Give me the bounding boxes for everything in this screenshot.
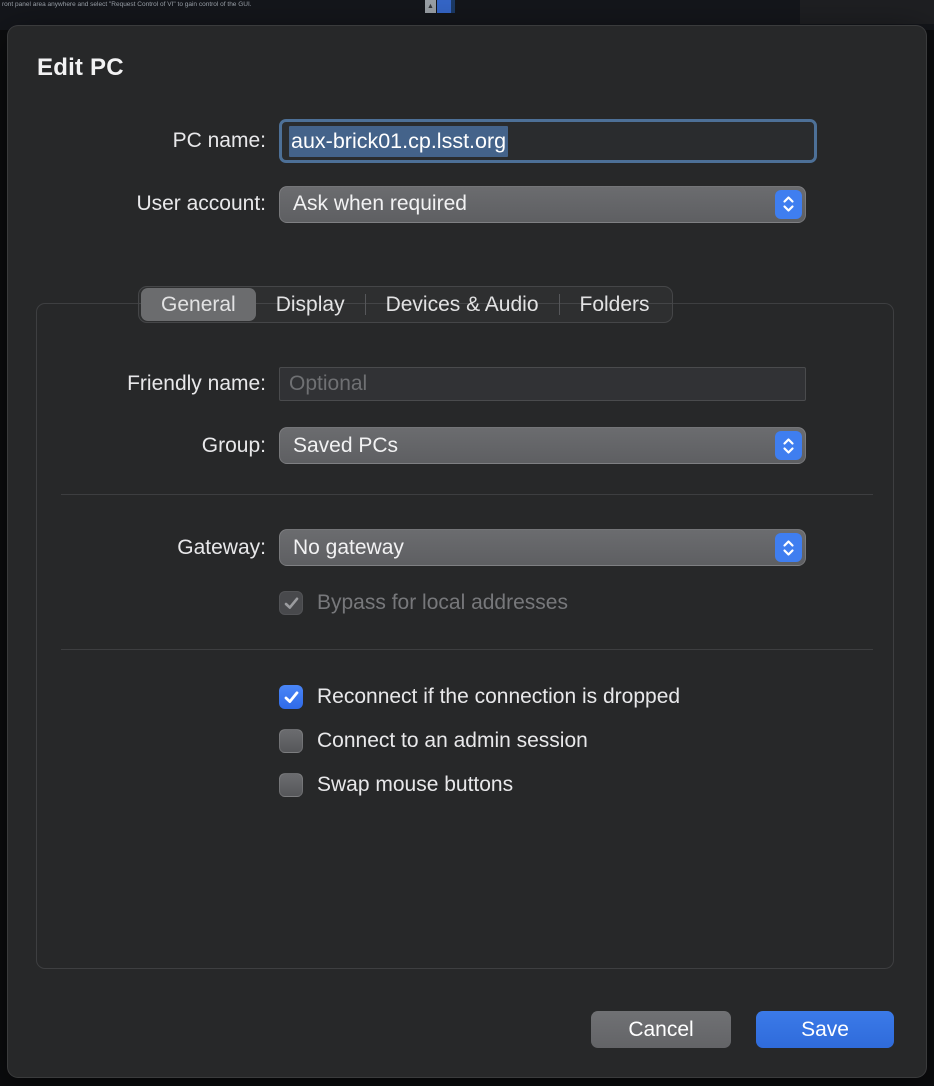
tab-general[interactable]: General (141, 288, 256, 321)
user-account-value: Ask when required (293, 192, 467, 216)
dialog-title: Edit PC (37, 54, 124, 82)
tab-display[interactable]: Display (256, 288, 365, 321)
general-tab-panel (36, 303, 894, 969)
scrollbar-track (451, 0, 455, 13)
pc-name-row: PC name: aux-brick01.cp.lsst.org (8, 119, 817, 163)
user-account-row: User account: Ask when required (8, 185, 806, 223)
background-page-panel (800, 0, 934, 24)
tab-folders[interactable]: Folders (560, 288, 670, 321)
cancel-button[interactable]: Cancel (591, 1011, 731, 1048)
background-page-text: ront panel area anywhere and select "Req… (2, 1, 602, 8)
chevron-up-down-icon (775, 190, 802, 219)
user-account-label: User account: (8, 192, 266, 216)
user-account-dropdown[interactable]: Ask when required (279, 186, 806, 223)
scroll-up-arrow-icon[interactable]: ▲ (425, 0, 436, 13)
pc-name-input[interactable]: aux-brick01.cp.lsst.org (279, 119, 817, 163)
scrollbar-thumb[interactable] (437, 0, 451, 13)
tab-devices-audio[interactable]: Devices & Audio (366, 288, 559, 321)
pc-name-label: PC name: (8, 129, 266, 153)
pc-name-selected-text: aux-brick01.cp.lsst.org (289, 126, 508, 157)
tab-strip: General Display Devices & Audio Folders (138, 286, 673, 323)
edit-pc-dialog: Edit PC PC name: aux-brick01.cp.lsst.org… (7, 25, 927, 1078)
save-button[interactable]: Save (756, 1011, 894, 1048)
